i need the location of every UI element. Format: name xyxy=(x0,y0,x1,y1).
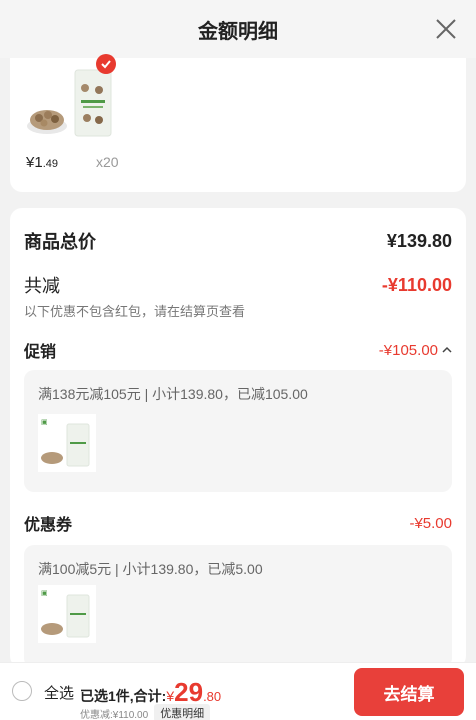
promo-detail-text: 满138元减105元 | 小计139.80，已减105.00 xyxy=(38,386,308,402)
selected-count-label: 已选1件,合计: xyxy=(80,688,167,704)
coupon-row[interactable]: 优惠券 -¥5.00 xyxy=(24,511,452,535)
coupon-product-thumb: ▣ xyxy=(38,585,96,643)
product-card: ¥1.49 x20 xyxy=(10,54,466,192)
promo-value[interactable]: -¥105.00 xyxy=(379,342,452,359)
header: 金额明细 xyxy=(0,0,476,58)
reduce-label: 共减 xyxy=(24,276,60,296)
discount-summary: 优惠减:¥110.00 优惠明细 xyxy=(80,704,211,720)
chevron-up-icon[interactable] xyxy=(442,346,452,354)
coupon-detail-box: 满100减5元 | 小计139.80，已减5.00 ▣ xyxy=(24,545,452,668)
svg-text:▣: ▣ xyxy=(41,419,48,426)
promo-amount: -¥105.00 xyxy=(378,341,438,359)
item-price: ¥1.49 xyxy=(26,154,58,171)
promo-detail-box: 满138元减105元 | 小计139.80，已减105.00 ▣ xyxy=(24,370,452,492)
reduce-value: -¥110.00 xyxy=(381,274,452,295)
product-image-nuts xyxy=(27,110,67,134)
currency-symbol: ¥ xyxy=(166,688,175,704)
total-value: ¥139.80 xyxy=(386,230,452,251)
total-label: 商品总价 xyxy=(24,232,96,252)
amount-decimal: .80 xyxy=(203,689,222,704)
coupon-detail-text: 满100减5元 | 小计139.80，已减5.00 xyxy=(38,561,263,577)
item-quantity: x20 xyxy=(96,154,119,170)
checkout-bar: 全选 已选1件,合计: ¥ 29 .80 优惠减:¥110.00 优惠明细 去结… xyxy=(0,662,476,720)
page-title: 金额明细 xyxy=(198,20,278,43)
total-row: 商品总价 ¥139.80 xyxy=(24,228,452,254)
promo-label: 促销 xyxy=(24,344,57,361)
promo-product-thumb: ▣ xyxy=(38,414,96,472)
discount-detail-button[interactable]: 优惠明细 xyxy=(154,704,211,720)
discount-amount: 优惠减:¥110.00 xyxy=(80,709,149,720)
amount-breakdown-card: 商品总价 ¥139.80 共减 -¥110.00 以下优惠不包含红包，请在结算页… xyxy=(10,208,466,668)
reduce-row: 共减 -¥110.00 xyxy=(24,272,452,298)
selected-check-icon[interactable] xyxy=(96,54,116,74)
coupon-value: -¥5.00 xyxy=(409,514,452,532)
checkout-button[interactable]: 去结算 xyxy=(354,668,464,716)
product-image-bag xyxy=(74,69,112,137)
svg-text:▣: ▣ xyxy=(41,590,48,597)
promo-row[interactable]: 促销 -¥105.00 xyxy=(24,338,452,362)
select-all-radio[interactable] xyxy=(12,681,32,701)
close-icon[interactable] xyxy=(434,17,458,41)
coupon-label: 优惠券 xyxy=(24,517,73,534)
discount-note: 以下优惠不包含红包，请在结算页查看 xyxy=(24,304,246,319)
select-all-label[interactable]: 全选 xyxy=(44,682,74,703)
